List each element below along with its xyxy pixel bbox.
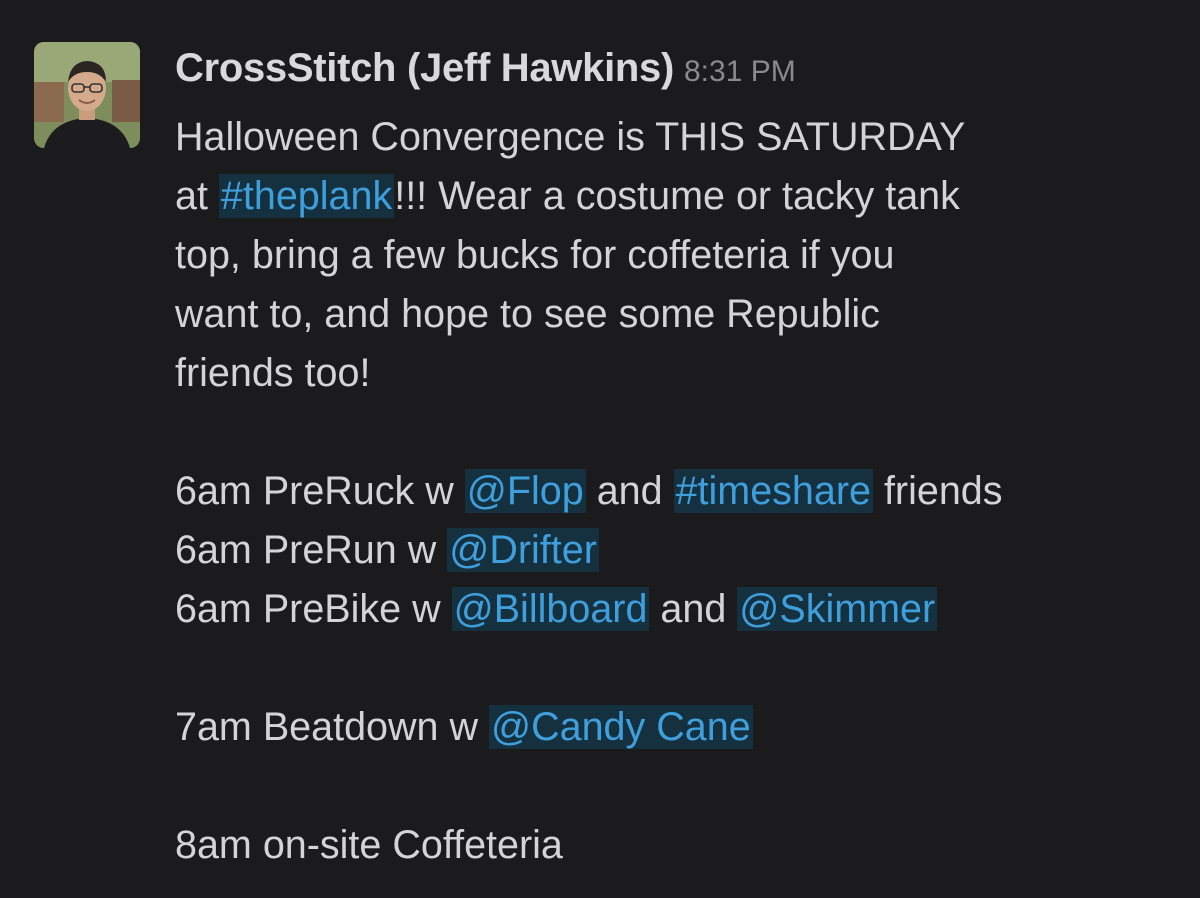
text: and — [585, 469, 674, 513]
author-name[interactable]: CrossStitch (Jeff Hawkins) — [175, 46, 674, 90]
schedule-line-beatdown: 7am Beatdown w @Candy Cane — [175, 698, 1185, 757]
mention-flop[interactable]: @Flop — [464, 469, 586, 513]
mention-drifter[interactable]: @Drifter — [447, 528, 599, 572]
message: CrossStitch (Jeff Hawkins) 8:31 PM Hallow… — [0, 0, 1200, 898]
message-line: at #theplank!!! Wear a costume or tacky … — [175, 167, 1185, 226]
text: want to, and hope to see some Republic — [175, 292, 880, 336]
avatar[interactable] — [34, 42, 140, 148]
text: at — [175, 174, 219, 218]
text: friends too! — [175, 351, 371, 395]
mention-candy-cane[interactable]: @Candy Cane — [488, 705, 753, 749]
message-body: Halloween Convergence is THIS SATURDAY a… — [175, 108, 1185, 875]
text: friends — [872, 469, 1003, 513]
text: and — [649, 587, 738, 631]
schedule-line-prebike: 6am PreBike w @Billboard and @Skimmer — [175, 580, 1185, 639]
text: 6am PreBike w — [175, 587, 452, 631]
mention-skimmer[interactable]: @Skimmer — [737, 587, 938, 631]
message-line: top, bring a few bucks for coffeteria if… — [175, 226, 1185, 285]
schedule-line-prerun: 6am PreRun w @Drifter — [175, 521, 1185, 580]
message-line: want to, and hope to see some Republic — [175, 285, 1185, 344]
mention-billboard[interactable]: @Billboard — [451, 587, 650, 631]
text: 6am PreRuck w — [175, 469, 465, 513]
text: Halloween Convergence is THIS SATURDAY — [175, 115, 966, 159]
schedule-line-preruck: 6am PreRuck w @Flop and #timeshare frien… — [175, 462, 1185, 521]
message-line: friends too! — [175, 344, 1185, 403]
text: 6am PreRun w — [175, 528, 448, 572]
message-line: Halloween Convergence is THIS SATURDAY — [175, 108, 1185, 167]
text: !!! Wear a costume or tacky tank — [394, 174, 960, 218]
channel-link-timeshare[interactable]: #timeshare — [673, 469, 873, 513]
schedule-line-coffeteria: 8am on-site Coffeteria — [175, 816, 1185, 875]
channel-link-theplank[interactable]: #theplank — [218, 174, 395, 218]
timestamp[interactable]: 8:31 PM — [684, 55, 796, 88]
text: top, bring a few bucks for coffeteria if… — [175, 233, 895, 277]
text: 7am Beatdown w — [175, 705, 489, 749]
text: 8am on-site Coffeteria — [175, 823, 563, 867]
avatar-photo-icon — [34, 42, 140, 148]
message-header: CrossStitch (Jeff Hawkins) 8:31 PM — [175, 46, 796, 102]
